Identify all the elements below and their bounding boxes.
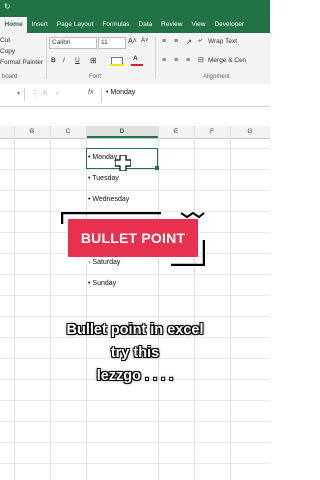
cut-button[interactable]: Cut <box>0 37 10 44</box>
cell-d-monday[interactable]: • Monday <box>88 154 117 161</box>
underline-button[interactable]: U <box>75 57 80 64</box>
enter-icon[interactable]: ✓ <box>55 89 61 97</box>
tab-page-layout[interactable]: Page Layout <box>52 17 98 33</box>
insert-function-button[interactable]: fx <box>88 89 93 96</box>
caption-line-2: try this <box>110 345 160 361</box>
borders-icon[interactable]: ⊞ <box>90 56 97 65</box>
format-painter-button[interactable]: Format Painter <box>0 59 43 66</box>
column-header-c[interactable]: C <box>50 126 86 138</box>
grid-line <box>50 126 51 480</box>
formula-input[interactable]: • Monday <box>106 89 135 96</box>
shrink-font-icon[interactable]: A˅ <box>141 38 149 44</box>
grid-line <box>0 169 270 170</box>
grid-line <box>0 442 270 443</box>
tab-view[interactable]: View <box>187 17 210 33</box>
cell-d-wednesday[interactable]: • Wednesday <box>88 196 129 203</box>
grid-line <box>158 126 159 480</box>
align-left-icon[interactable]: ≡ <box>162 57 166 64</box>
tab-insert[interactable]: Insert <box>27 17 52 33</box>
wrap-text-icon[interactable]: ⤶ <box>198 37 202 45</box>
wrap-text-button[interactable]: Wrap Text <box>208 38 237 45</box>
svg-text:+: + <box>195 257 203 266</box>
ribbon-separator <box>155 37 156 79</box>
grid-line <box>0 421 270 422</box>
name-box[interactable]: ▾ <box>0 88 25 101</box>
font-name-dropdown[interactable]: Calibri <box>49 37 97 49</box>
align-right-icon[interactable]: ≡ <box>186 57 190 64</box>
banner-title: BULLET POINT <box>80 230 186 246</box>
font-color-icon[interactable]: A <box>131 55 143 66</box>
formula-options-icon[interactable]: ⋮ <box>31 89 39 98</box>
font-group-label: Font <box>89 74 102 80</box>
align-top-icon[interactable]: ≡ <box>162 38 166 45</box>
tab-review[interactable]: Review <box>157 17 187 33</box>
orientation-icon[interactable]: ↗ <box>186 38 192 46</box>
grid-line <box>0 274 270 275</box>
ribbon-home: Cut Copy Format Painter board Calibri 11… <box>0 33 270 85</box>
column-header-d[interactable]: D <box>86 126 158 138</box>
grid-line <box>0 295 270 296</box>
merge-center-button[interactable]: Merge & Cen <box>208 57 246 64</box>
formula-bar: ▾ ⋮ ✕ ✓ fx • Monday <box>0 84 270 107</box>
clipboard-group-label: board <box>2 74 18 80</box>
cell-d-tuesday[interactable]: • Tuesday <box>88 175 119 182</box>
copy-button[interactable]: Copy <box>0 48 15 55</box>
cancel-icon[interactable]: ✕ <box>42 89 48 97</box>
font-size-value: 11 <box>101 39 108 46</box>
tab-developer[interactable]: Developer <box>210 17 249 33</box>
cursor-cross-icon <box>114 154 132 172</box>
fill-handle[interactable] <box>155 166 159 170</box>
cell-d-sunday[interactable]: • Sunday <box>88 280 116 287</box>
grid-line <box>0 190 270 191</box>
fill-color-icon[interactable] <box>110 57 124 66</box>
grid-line <box>194 126 195 480</box>
grid-line <box>0 400 270 401</box>
font-size-dropdown[interactable]: 11 <box>98 37 126 49</box>
alignment-group-label: Alignment <box>203 74 230 80</box>
grid-line <box>0 463 270 464</box>
column-header-b[interactable]: B <box>14 126 50 138</box>
grid-line <box>0 316 270 317</box>
formula-divider <box>101 88 102 102</box>
caption-line-3: lezzgo . . . . <box>96 368 174 384</box>
column-header-e[interactable]: E <box>158 126 194 138</box>
tab-home[interactable]: Home <box>0 17 28 33</box>
merge-icon[interactable]: ⊟ <box>198 56 204 64</box>
font-name-value: Calibri <box>52 39 71 46</box>
bold-button[interactable]: B <box>51 57 56 64</box>
ribbon-tab-row: Home Insert Page Layout Formulas Data Re… <box>0 17 270 33</box>
tab-formulas[interactable]: Formulas <box>98 17 134 33</box>
tab-data[interactable]: Data <box>134 17 157 33</box>
grid-line <box>230 126 231 480</box>
title-strip: ↻ <box>0 0 270 17</box>
svg-text:+: + <box>198 221 205 231</box>
align-center-icon[interactable]: ≡ <box>174 57 178 64</box>
name-box-dropdown-icon[interactable]: ▾ <box>17 90 20 97</box>
column-header-g[interactable]: G <box>230 126 270 138</box>
grid-line <box>14 126 15 480</box>
italic-button[interactable]: I <box>63 57 65 64</box>
grow-font-icon[interactable]: A˄ <box>128 38 137 45</box>
caption-line-1: Bullet point in excel <box>66 322 204 338</box>
grid-line <box>86 126 87 480</box>
ribbon-separator <box>46 37 47 79</box>
align-middle-icon[interactable]: ≡ <box>174 38 178 45</box>
quick-access-icon[interactable]: ↻ <box>4 2 11 11</box>
column-header-f[interactable]: F <box>194 126 230 138</box>
